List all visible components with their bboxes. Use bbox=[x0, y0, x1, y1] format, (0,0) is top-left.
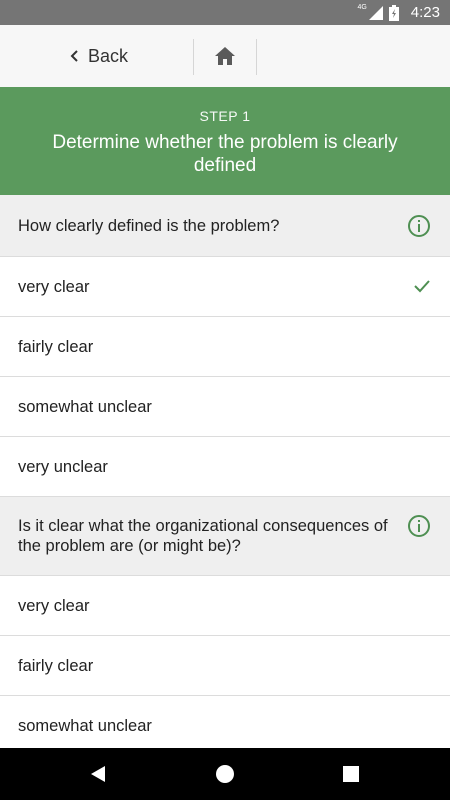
option-row[interactable]: somewhat unclear bbox=[0, 696, 450, 756]
step-title: Determine whether the problem is clearly… bbox=[52, 132, 398, 176]
question-row: Is it clear what the organizational cons… bbox=[0, 497, 450, 576]
recents-square-icon bbox=[343, 766, 359, 782]
option-row[interactable]: somewhat unclear bbox=[0, 377, 450, 437]
question-text: How clearly defined is the problem? bbox=[18, 217, 280, 235]
status-icons: 4G 4:23 bbox=[357, 4, 440, 21]
back-button[interactable]: Back bbox=[70, 25, 128, 87]
option-row[interactable]: very clear bbox=[0, 576, 450, 636]
option-label: very clear bbox=[18, 278, 90, 296]
home-button[interactable] bbox=[194, 25, 256, 87]
check-icon bbox=[414, 280, 430, 293]
option-label: somewhat unclear bbox=[18, 398, 152, 416]
option-label: fairly clear bbox=[18, 657, 94, 675]
network-type-label: 4G bbox=[357, 4, 367, 11]
info-icon[interactable] bbox=[407, 214, 431, 238]
status-time: 4:23 bbox=[410, 4, 440, 21]
chevron-left-icon bbox=[70, 50, 78, 62]
step-label: STEP 1 bbox=[199, 108, 251, 124]
option-label: very clear bbox=[18, 597, 90, 615]
back-triangle-icon bbox=[91, 766, 105, 782]
signal-icon bbox=[368, 5, 383, 20]
option-row[interactable]: fairly clear bbox=[0, 636, 450, 696]
step-banner: STEP 1 Determine whether the problem is … bbox=[0, 87, 450, 195]
question-row: How clearly defined is the problem? bbox=[0, 195, 450, 257]
option-label: somewhat unclear bbox=[18, 717, 152, 735]
question-text: Is it clear what the organizational cons… bbox=[18, 517, 388, 555]
option-row[interactable]: very clear bbox=[0, 257, 450, 317]
nav-recents-button[interactable] bbox=[321, 748, 381, 800]
status-bar: 4G 4:23 bbox=[0, 0, 450, 25]
info-icon[interactable] bbox=[407, 514, 431, 538]
back-label: Back bbox=[88, 45, 129, 66]
nav-bar bbox=[0, 748, 450, 800]
option-row[interactable]: very unclear bbox=[0, 437, 450, 497]
nav-home-button[interactable] bbox=[195, 748, 255, 800]
nav-back-button[interactable] bbox=[68, 748, 128, 800]
home-circle-icon bbox=[216, 765, 234, 783]
option-label: fairly clear bbox=[18, 338, 94, 356]
screen: 4G 4:23 Back STEP 1 Determine whether th… bbox=[0, 0, 450, 800]
option-row[interactable]: fairly clear bbox=[0, 317, 450, 377]
home-icon bbox=[215, 47, 235, 65]
top-bar: Back bbox=[0, 25, 450, 87]
battery-icon bbox=[388, 4, 399, 21]
divider bbox=[256, 39, 257, 75]
option-label: very unclear bbox=[18, 458, 108, 476]
